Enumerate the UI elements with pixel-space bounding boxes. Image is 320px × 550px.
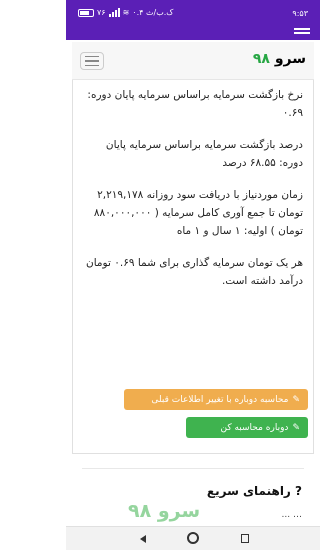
brand-text: سرو [274,51,306,67]
brand-number: ۹۸ [252,51,270,67]
battery-icon [78,8,94,17]
signal-icon [108,8,120,17]
wifi-icon: ≋ [122,8,130,17]
recalculate-label: دوباره محاسبه کن [220,422,289,433]
recent-apps-icon[interactable] [241,534,249,543]
quick-guide-text: … ... [281,510,302,520]
question-icon: ? [295,484,302,498]
recalc-with-previous-button[interactable]: ✎ محاسبه دوباره با تغییر اطلاعات قبلی [124,389,308,410]
status-icons: ۷۶ ≋ ۰.۴ ک.ب/ث [78,8,173,17]
status-time: ۹:۵۳ [292,9,308,18]
brand-logo[interactable]: سرو ۹۸ [253,51,306,67]
roi-rate: نرخ بازگشت سرمایه براساس سرمایه پایان دو… [87,89,303,119]
watermark-logo: سرو ۹۸ [128,500,201,522]
battery-level: ۷۶ [97,8,106,17]
navbar: سرو ۹۸ [72,42,314,80]
pencil-icon: ✎ [292,394,300,405]
divider [82,468,304,469]
top-strip [66,28,320,40]
network-speed: ۰.۴ ک.ب/ث [132,8,174,17]
hamburger-menu-icon[interactable] [80,52,104,70]
pencil-icon: ✎ [292,422,300,433]
recalc-with-previous-label: محاسبه دوباره با تغییر اطلاعات قبلی [151,394,289,405]
status-bar: ۹:۵۳ ۷۶ ≋ ۰.۴ ک.ب/ث [66,0,320,28]
back-icon[interactable] [140,535,146,543]
home-icon[interactable] [187,532,199,544]
system-nav-bar [66,526,320,550]
recalculate-button[interactable]: ✎ دوباره محاسبه کن [186,417,308,438]
income-per-toman: هر یک تومان سرمایه گذاری برای شما ۰.۶۹ ت… [86,257,303,287]
payback-time: زمان موردنیاز با دریافت سود روزانه ۲,۲۱۹… [93,189,303,237]
top-menu-icon[interactable] [294,28,310,40]
quick-guide-title: راهنمای سریع [206,484,291,498]
roi-percent: درصد بازگشت سرمایه براساس سرمایه پایان د… [105,139,303,169]
quick-guide-heading: ? راهنمای سریع [207,484,302,498]
